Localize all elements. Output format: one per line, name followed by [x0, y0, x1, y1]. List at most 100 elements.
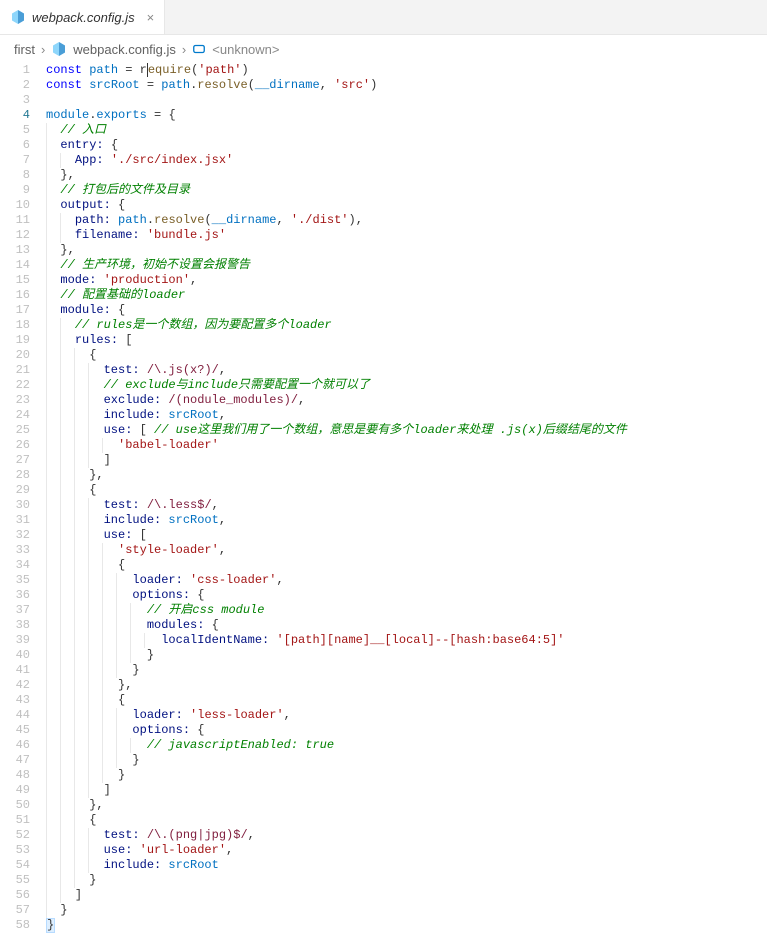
- code-line[interactable]: options: {: [46, 588, 767, 603]
- code-line[interactable]: exclude: /(nodule_modules)/,: [46, 393, 767, 408]
- code-line[interactable]: // 打包后的文件及目录: [46, 183, 767, 198]
- code-line[interactable]: localIdentName: '[path][name]__[local]--…: [46, 633, 767, 648]
- code-line[interactable]: filename: 'bundle.js': [46, 228, 767, 243]
- js-file-icon: [10, 9, 26, 25]
- code-line[interactable]: test: /\.less$/,: [46, 498, 767, 513]
- line-number: 28: [0, 468, 30, 483]
- code-line[interactable]: module: {: [46, 303, 767, 318]
- line-number: 39: [0, 633, 30, 648]
- line-number: 40: [0, 648, 30, 663]
- code-line[interactable]: entry: {: [46, 138, 767, 153]
- line-number: 15: [0, 273, 30, 288]
- code-line[interactable]: include: srcRoot,: [46, 408, 767, 423]
- code-line[interactable]: {: [46, 483, 767, 498]
- code-line[interactable]: output: {: [46, 198, 767, 213]
- code-line[interactable]: }: [46, 918, 767, 933]
- line-number: 36: [0, 588, 30, 603]
- line-number: 5: [0, 123, 30, 138]
- code-line[interactable]: mode: 'production',: [46, 273, 767, 288]
- code-line[interactable]: ]: [46, 453, 767, 468]
- line-number: 55: [0, 873, 30, 888]
- js-file-icon: [51, 41, 67, 57]
- code-line[interactable]: use: 'url-loader',: [46, 843, 767, 858]
- code-line[interactable]: }: [46, 648, 767, 663]
- code-line[interactable]: {: [46, 348, 767, 363]
- line-number: 35: [0, 573, 30, 588]
- line-number: 16: [0, 288, 30, 303]
- code-line[interactable]: },: [46, 168, 767, 183]
- line-number: 12: [0, 228, 30, 243]
- code-line[interactable]: App: './src/index.jsx': [46, 153, 767, 168]
- code-line[interactable]: test: /\.(png|jpg)$/,: [46, 828, 767, 843]
- line-number: 46: [0, 738, 30, 753]
- line-number: 24: [0, 408, 30, 423]
- code-line[interactable]: use: [: [46, 528, 767, 543]
- code-content[interactable]: const path = require('path')const srcRoo…: [46, 63, 767, 933]
- code-line[interactable]: loader: 'less-loader',: [46, 708, 767, 723]
- line-number: 53: [0, 843, 30, 858]
- code-line[interactable]: }: [46, 903, 767, 918]
- line-number: 22: [0, 378, 30, 393]
- breadcrumb-file[interactable]: webpack.config.js: [73, 42, 176, 57]
- code-line[interactable]: const srcRoot = path.resolve(__dirname, …: [46, 78, 767, 93]
- code-line[interactable]: 'style-loader',: [46, 543, 767, 558]
- line-number: 17: [0, 303, 30, 318]
- code-line[interactable]: 'babel-loader': [46, 438, 767, 453]
- code-line[interactable]: include: srcRoot,: [46, 513, 767, 528]
- code-line[interactable]: ]: [46, 888, 767, 903]
- code-line[interactable]: },: [46, 798, 767, 813]
- symbol-icon: [192, 42, 206, 56]
- code-line[interactable]: // 入口: [46, 123, 767, 138]
- code-line[interactable]: {: [46, 558, 767, 573]
- code-line[interactable]: rules: [: [46, 333, 767, 348]
- code-line[interactable]: include: srcRoot: [46, 858, 767, 873]
- code-line[interactable]: // 配置基础的loader: [46, 288, 767, 303]
- code-line[interactable]: }: [46, 753, 767, 768]
- code-line[interactable]: const path = require('path'): [46, 63, 767, 78]
- code-line[interactable]: // exclude与include只需要配置一个就可以了: [46, 378, 767, 393]
- line-number: 32: [0, 528, 30, 543]
- line-number: 21: [0, 363, 30, 378]
- code-line[interactable]: [46, 93, 767, 108]
- line-number: 48: [0, 768, 30, 783]
- line-number: 50: [0, 798, 30, 813]
- line-number: 30: [0, 498, 30, 513]
- code-line[interactable]: path: path.resolve(__dirname, './dist'),: [46, 213, 767, 228]
- line-number: 29: [0, 483, 30, 498]
- line-number: 41: [0, 663, 30, 678]
- line-number: 20: [0, 348, 30, 363]
- code-line[interactable]: ]: [46, 783, 767, 798]
- code-line[interactable]: // javascriptEnabled: true: [46, 738, 767, 753]
- code-line[interactable]: {: [46, 813, 767, 828]
- line-number: 34: [0, 558, 30, 573]
- code-line[interactable]: }: [46, 663, 767, 678]
- line-number: 3: [0, 93, 30, 108]
- code-editor[interactable]: 1234567891011121314151617181920212223242…: [0, 63, 767, 933]
- code-line[interactable]: loader: 'css-loader',: [46, 573, 767, 588]
- code-line[interactable]: module.exports = {: [46, 108, 767, 123]
- line-number: 13: [0, 243, 30, 258]
- code-line[interactable]: test: /\.js(x?)/,: [46, 363, 767, 378]
- code-line[interactable]: },: [46, 678, 767, 693]
- code-line[interactable]: options: {: [46, 723, 767, 738]
- line-number: 47: [0, 753, 30, 768]
- code-line[interactable]: {: [46, 693, 767, 708]
- code-line[interactable]: },: [46, 468, 767, 483]
- line-number: 7: [0, 153, 30, 168]
- breadcrumb[interactable]: first › webpack.config.js › <unknown>: [0, 35, 767, 63]
- line-number: 26: [0, 438, 30, 453]
- breadcrumb-folder[interactable]: first: [14, 42, 35, 57]
- close-icon[interactable]: ×: [147, 10, 155, 25]
- code-line[interactable]: // 开启css module: [46, 603, 767, 618]
- line-number: 2: [0, 78, 30, 93]
- code-line[interactable]: use: [ // use这里我们用了一个数组，意思是要有多个loader来处理…: [46, 423, 767, 438]
- code-line[interactable]: }: [46, 768, 767, 783]
- breadcrumb-symbol[interactable]: <unknown>: [212, 42, 279, 57]
- code-line[interactable]: modules: {: [46, 618, 767, 633]
- code-line[interactable]: // rules是一个数组，因为要配置多个loader: [46, 318, 767, 333]
- line-number: 33: [0, 543, 30, 558]
- code-line[interactable]: },: [46, 243, 767, 258]
- code-line[interactable]: }: [46, 873, 767, 888]
- code-line[interactable]: // 生产环境，初始不设置会报警告: [46, 258, 767, 273]
- tab-webpack-config[interactable]: webpack.config.js ×: [0, 0, 165, 34]
